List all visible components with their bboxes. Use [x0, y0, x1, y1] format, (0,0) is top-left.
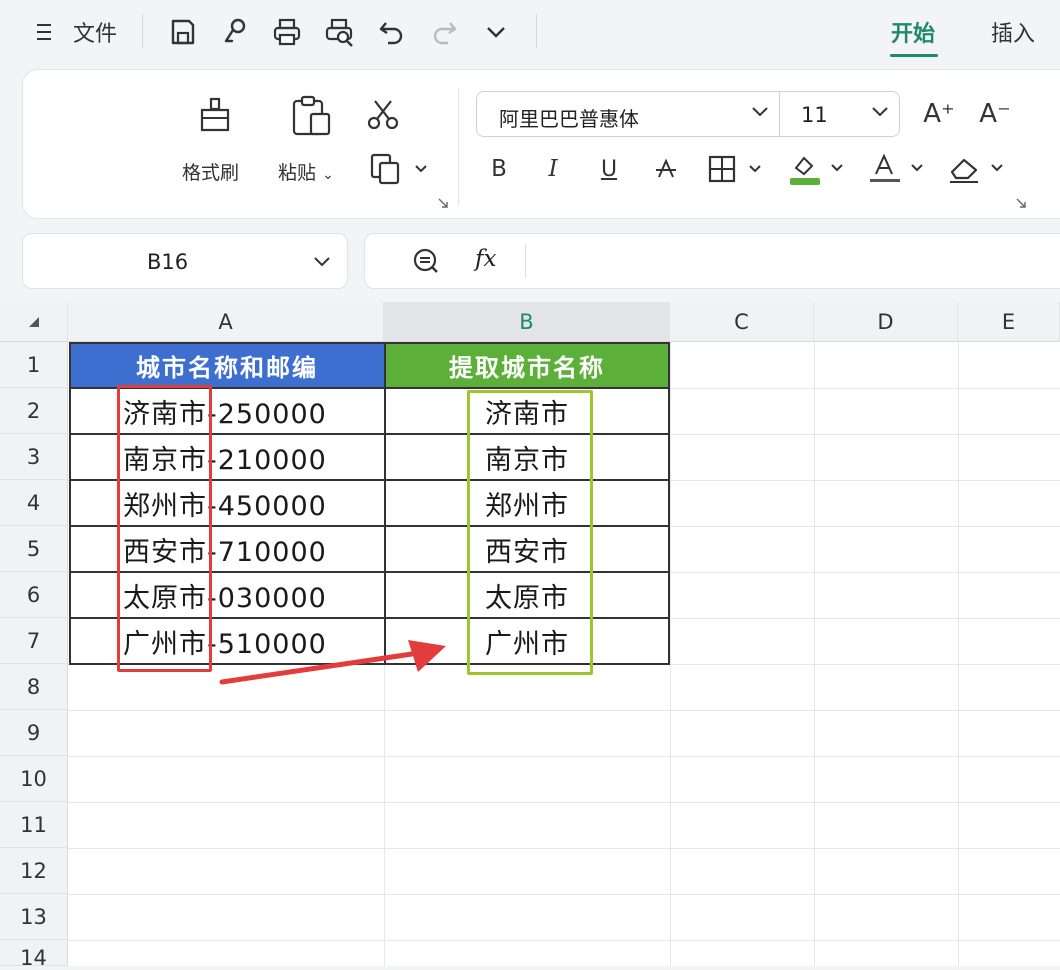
row-header[interactable]: 9	[0, 710, 68, 756]
toolbar-separator	[142, 14, 143, 48]
italic-button[interactable]: I	[538, 152, 568, 186]
paste-label[interactable]: 粘贴 ⌄	[278, 158, 334, 185]
column-header-c[interactable]: C	[670, 302, 814, 342]
table-border	[69, 342, 670, 344]
format-painter-icon[interactable]	[196, 96, 236, 136]
font-color-icon[interactable]	[868, 150, 928, 188]
table-border	[69, 342, 71, 665]
clear-format-eraser-icon[interactable]	[946, 150, 1008, 188]
name-box[interactable]: B16	[22, 233, 348, 289]
column-header-e[interactable]: E	[958, 302, 1060, 342]
fill-color-icon[interactable]	[788, 150, 848, 188]
cut-scissors-icon[interactable]	[364, 96, 402, 134]
row-header[interactable]: 1	[0, 342, 68, 388]
print-icon[interactable]	[270, 14, 304, 50]
cell-b1-header[interactable]: 提取城市名称	[385, 343, 669, 388]
chevron-down-icon[interactable]	[751, 104, 769, 123]
decrease-font-size-button[interactable]: A⁻	[976, 96, 1014, 132]
row-header[interactable]: 6	[0, 572, 68, 618]
font-selector-divider	[779, 92, 780, 136]
font-expand-icon[interactable]	[1014, 196, 1028, 210]
gridline	[670, 342, 671, 966]
table-border	[668, 342, 670, 665]
paste-label-text: 粘贴	[278, 162, 317, 184]
bold-button[interactable]: B	[484, 152, 514, 186]
save-icon[interactable]	[166, 14, 200, 50]
gridline	[68, 894, 1060, 895]
formula-input-box[interactable]: fx	[364, 233, 1060, 289]
zoom-search-icon[interactable]	[411, 246, 441, 280]
more-chevron-down-icon[interactable]	[482, 14, 510, 50]
row-header[interactable]: 8	[0, 664, 68, 710]
row-header[interactable]: 4	[0, 480, 68, 526]
row-header[interactable]: 10	[0, 756, 68, 802]
font-name-dropdown[interactable]: 阿里巴巴普惠体	[499, 103, 639, 132]
tab-insert[interactable]: 插入	[984, 14, 1042, 50]
gridline	[68, 710, 1060, 711]
font-size-dropdown[interactable]: 11	[801, 103, 828, 127]
redo-icon[interactable]	[428, 14, 460, 50]
tab-home[interactable]: 开始	[884, 14, 942, 50]
red-highlight-box	[117, 385, 212, 672]
cell-reference: B16	[147, 250, 189, 274]
file-menu[interactable]: 文件	[68, 14, 122, 50]
select-all-corner[interactable]	[0, 302, 68, 342]
borders-icon[interactable]	[706, 152, 768, 186]
red-arrow-icon	[219, 640, 446, 685]
font-selector: 阿里巴巴普惠体 11	[476, 91, 900, 137]
hamburger-icon[interactable]	[32, 14, 56, 50]
undo-icon[interactable]	[376, 14, 408, 50]
gridline	[814, 342, 815, 966]
row-header[interactable]: 13	[0, 894, 68, 940]
format-painter-label[interactable]: 格式刷	[182, 158, 239, 185]
row-header[interactable]: 12	[0, 848, 68, 894]
copy-icon[interactable]	[368, 150, 428, 188]
column-header-b[interactable]: B	[384, 302, 670, 342]
gridline	[68, 848, 1060, 849]
strikethrough-icon[interactable]	[650, 152, 682, 186]
increase-font-size-button[interactable]: A⁺	[920, 96, 958, 132]
top-bar: 文件 开始 插入	[0, 0, 1060, 64]
ribbon-separator	[458, 88, 459, 206]
toolbar-separator	[536, 14, 537, 48]
paste-icon[interactable]	[288, 94, 334, 138]
clipboard-expand-icon[interactable]	[436, 196, 450, 210]
gridline	[958, 342, 959, 966]
chevron-down-icon: ⌄	[322, 167, 334, 183]
row-header[interactable]: 3	[0, 434, 68, 480]
row-header[interactable]: 2	[0, 388, 68, 434]
row-header[interactable]: 5	[0, 526, 68, 572]
chevron-down-icon[interactable]	[871, 104, 889, 123]
gridline	[68, 940, 1060, 941]
row-header[interactable]: 11	[0, 802, 68, 848]
share-icon[interactable]	[218, 14, 252, 50]
print-preview-icon[interactable]	[322, 14, 358, 50]
column-header-a[interactable]: A	[68, 302, 384, 342]
row-header[interactable]: 14	[0, 940, 68, 970]
fx-icon[interactable]: fx	[475, 246, 496, 272]
row-header[interactable]: 7	[0, 618, 68, 664]
green-highlight-box	[467, 390, 593, 675]
formula-divider	[525, 244, 526, 278]
gridline	[68, 802, 1060, 803]
active-tab-indicator	[890, 54, 938, 57]
cell-a1-header[interactable]: 城市名称和邮编	[70, 343, 384, 388]
gridline	[68, 756, 1060, 757]
underline-button[interactable]: U	[594, 152, 624, 186]
column-header-d[interactable]: D	[814, 302, 958, 342]
chevron-down-icon[interactable]	[313, 254, 331, 273]
